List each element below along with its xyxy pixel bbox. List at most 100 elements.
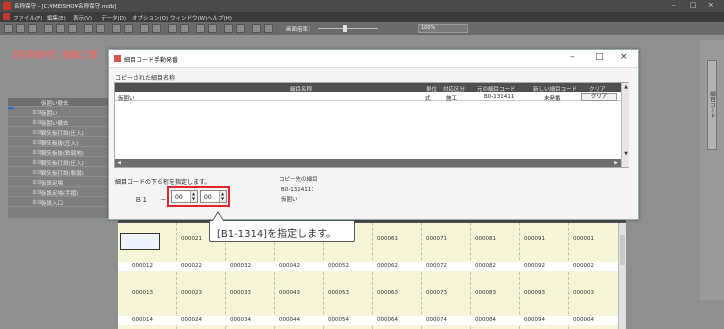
grid-cell[interactable]: 000032 [230,263,251,269]
grid-cell[interactable]: 000014 [132,317,153,323]
grid-row[interactable]: 000012 000022 000032 000042 000052 000062 0000… [118,262,626,271]
grid-cell[interactable]: 000002 [573,263,594,269]
undo-icon[interactable] [84,24,93,33]
paste-icon[interactable] [68,24,77,33]
list-item[interactable]: 本体 仮設足場 [8,178,113,187]
grid-cell[interactable]: 000033 [230,290,251,296]
grid-cell[interactable]: 000021 [181,236,202,242]
grid-cell[interactable]: 000052 [328,263,349,269]
list-item[interactable]: 本体 仮設入口 [8,198,113,207]
grid-row[interactable]: 000013 000023 000033 000043 000053 000063 0000… [118,289,626,298]
grid-cell[interactable]: 000081 [475,236,496,242]
open-icon[interactable] [16,24,25,33]
scroll-left-icon[interactable]: ◀ [116,160,122,166]
grid-cell[interactable]: 000054 [328,317,349,323]
list-item[interactable]: 仮囲い撤去 [8,98,113,107]
grid-cell[interactable]: 000061 [377,236,398,242]
clear-button[interactable]: クリア [581,92,617,101]
dialog-close-button[interactable]: × [620,52,628,62]
grid-cell[interactable]: 000003 [573,290,594,296]
insert-row-icon[interactable] [140,24,149,33]
grid-cell[interactable]: 000023 [181,290,202,296]
delete-icon[interactable] [196,24,205,33]
list-item[interactable]: 本体 仮設足場(手摺) [8,188,113,197]
grid-cell[interactable]: 000071 [426,236,447,242]
grid-cell[interactable]: 000072 [426,263,447,269]
list-item[interactable]: 本体 仮囲い撤去 [8,118,113,127]
grid-cell[interactable]: 000091 [524,236,545,242]
grid-cell[interactable]: 000034 [230,317,251,323]
move-down-icon[interactable] [180,24,189,33]
grid-cell[interactable]: 000001 [573,236,594,242]
find-icon[interactable] [112,24,121,33]
list-item[interactable]: 本体 仮囲い [8,108,113,117]
menu-edit[interactable]: 編集(E) [47,14,66,22]
list-item[interactable]: 本体 鋼矢板打設(軟弱) [8,168,113,177]
grid-scrollbar-thumb[interactable] [620,235,625,265]
filter-icon[interactable] [124,24,133,33]
zoom-slider[interactable] [318,28,378,29]
grid-cell[interactable]: 000012 [132,263,153,269]
table-horizontal-scrollbar[interactable]: ◀ ▶ [115,159,621,167]
grid-row[interactable]: 000014 000024 000034 000044 000054 000064 0000… [118,316,626,325]
settings-icon[interactable] [252,24,261,33]
info-icon[interactable] [264,24,273,33]
grid-cell[interactable]: 000073 [426,290,447,296]
dialog-minimize-button[interactable]: – [570,52,575,62]
grid-cell[interactable]: 000044 [279,317,300,323]
app-minimize-button[interactable]: – [672,1,676,9]
app-close-button[interactable]: × [708,1,714,9]
table-row[interactable]: 仮囲い 式 施工 B0-131411 未発番 クリア [115,92,621,102]
grid-cell[interactable]: 000092 [524,263,545,269]
grid-scrollbar[interactable] [618,223,626,329]
new-icon[interactable] [4,24,13,33]
grid-cell[interactable]: 000063 [377,290,398,296]
grid-row[interactable]: 0000110000210000310000410000510000610000… [118,235,626,244]
list-item[interactable]: 本体 鋼矢板打設(圧入) [8,128,113,137]
menu-file[interactable]: ファイル(F) [13,14,42,22]
app-maximize-button[interactable]: □ [690,1,697,9]
copy-icon[interactable] [56,24,65,33]
side-tab[interactable]: 細目コード [707,60,717,150]
menu-data[interactable]: データ(D) [101,14,126,22]
scroll-right-icon[interactable]: ▶ [613,160,619,166]
grid-cell[interactable]: 000082 [475,263,496,269]
list-item[interactable]: 本体 鋼矢板抜(圧入) [8,138,113,147]
scroll-down-icon[interactable]: ▼ [623,151,629,157]
menu-option[interactable]: オプション(O) [132,14,168,22]
dialog-maximize-button[interactable]: □ [595,52,604,62]
grid-cell[interactable]: 000093 [524,290,545,296]
zoom-select[interactable]: 100% [418,24,468,33]
grid-cell[interactable]: 000053 [328,290,349,296]
print-icon[interactable] [224,24,233,33]
delete-row-icon[interactable] [152,24,161,33]
menu-help[interactable]: ヘルプ(H) [207,14,232,22]
grid-cell[interactable]: 000022 [181,263,202,269]
menu-view[interactable]: 表示(V) [73,14,92,22]
scroll-up-icon[interactable]: ▲ [623,84,629,90]
redo-icon[interactable] [96,24,105,33]
grid-cell[interactable]: 000043 [279,290,300,296]
menu-window[interactable]: ウィンドウ(W) [170,14,207,22]
grid-selected-cell[interactable] [120,233,160,250]
grid-cell[interactable]: 000004 [573,317,594,323]
preview-icon[interactable] [236,24,245,33]
list-item-name: 仮設入口 [41,201,64,207]
grid-cell[interactable]: 000013 [132,290,153,296]
table-vertical-scrollbar[interactable]: ▲ ▼ [621,83,629,167]
grid-cell[interactable]: 000042 [279,263,300,269]
grid-cell[interactable]: 000074 [426,317,447,323]
list-item[interactable]: 本体 鋼矢板抜(軟弱地) [8,148,113,157]
zoom-slider-thumb[interactable] [343,25,347,32]
grid-cell[interactable]: 000062 [377,263,398,269]
grid-cell[interactable]: 000024 [181,317,202,323]
move-up-icon[interactable] [168,24,177,33]
grid-cell[interactable]: 000083 [475,290,496,296]
save-icon[interactable] [28,24,37,33]
list-item[interactable]: 本体 鋼矢板打設(圧入) [8,158,113,167]
grid-cell[interactable]: 000094 [524,317,545,323]
grid-cell[interactable]: 000084 [475,317,496,323]
search-icon[interactable] [208,24,217,33]
grid-cell[interactable]: 000064 [377,317,398,323]
cut-icon[interactable] [44,24,53,33]
